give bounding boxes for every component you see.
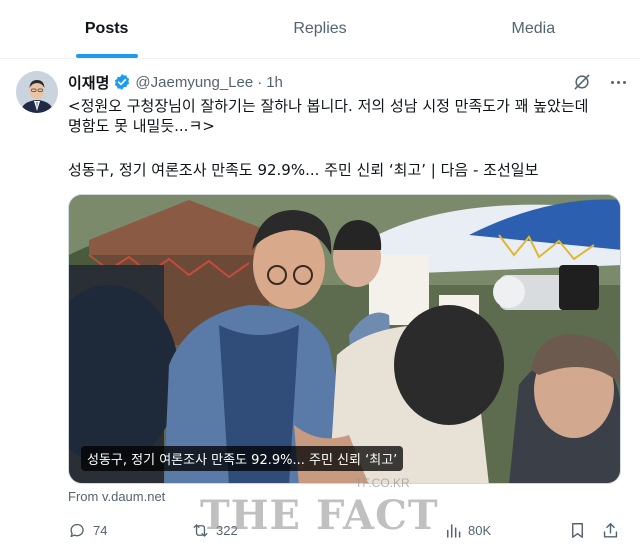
news-photo xyxy=(69,195,620,483)
author-handle[interactable]: @Jaemyung_Lee xyxy=(135,74,253,91)
post-header: 이재명 @Jaemyung_Lee · 1h xyxy=(68,72,283,92)
watermark-url: TF.CO.KR xyxy=(355,476,410,490)
bookmark-icon xyxy=(572,522,583,538)
tab-media[interactable]: Media xyxy=(427,0,640,58)
reply-count: 74 xyxy=(93,522,108,538)
verified-badge-icon xyxy=(115,74,130,90)
link-source[interactable]: From v.daum.net xyxy=(68,489,165,504)
avatar[interactable] xyxy=(16,71,58,113)
reply-icon xyxy=(70,523,84,537)
share-button[interactable] xyxy=(601,518,620,542)
active-tab-indicator xyxy=(75,54,138,58)
reply-button[interactable]: 74 xyxy=(68,518,107,542)
tab-replies-label: Replies xyxy=(293,20,347,37)
media-caption: 성동구, 정기 여론조사 만족도 92.9%... 주민 신뢰 ‘최고’ xyxy=(81,446,404,471)
link-title-text: 성동구, 정기 여론조사 만족도 92.9%... 주민 신뢰 ‘최고’ | 다… xyxy=(68,161,539,179)
author-name[interactable]: 이재명 xyxy=(68,72,109,93)
profile-tabs: Posts Replies Media xyxy=(0,0,640,59)
views-count: 80K xyxy=(468,522,492,538)
post-text: <정원오 구청장님이 잘하기는 잘하나 봅니다. 저의 성남 시정 만족도가 꽤… xyxy=(68,97,589,135)
tab-replies[interactable]: Replies xyxy=(213,0,426,58)
grok-icon[interactable] xyxy=(572,72,592,92)
views-button[interactable]: 80K xyxy=(443,518,491,542)
link-card-image[interactable]: 성동구, 정기 여론조사 만족도 92.9%... 주민 신뢰 ‘최고’ xyxy=(68,194,621,484)
share-icon xyxy=(603,522,618,538)
avatar-image xyxy=(16,71,58,113)
views-icon xyxy=(446,523,461,538)
separator-dot: · xyxy=(257,73,263,91)
tab-posts[interactable]: Posts xyxy=(0,0,213,58)
post-time[interactable]: 1h xyxy=(266,74,283,91)
tab-media-label: Media xyxy=(511,20,556,37)
tab-posts-label: Posts xyxy=(84,20,129,37)
more-options-icon[interactable] xyxy=(608,72,628,92)
watermark-logo: THE FACT xyxy=(200,492,439,539)
bookmark-button[interactable] xyxy=(568,518,587,542)
